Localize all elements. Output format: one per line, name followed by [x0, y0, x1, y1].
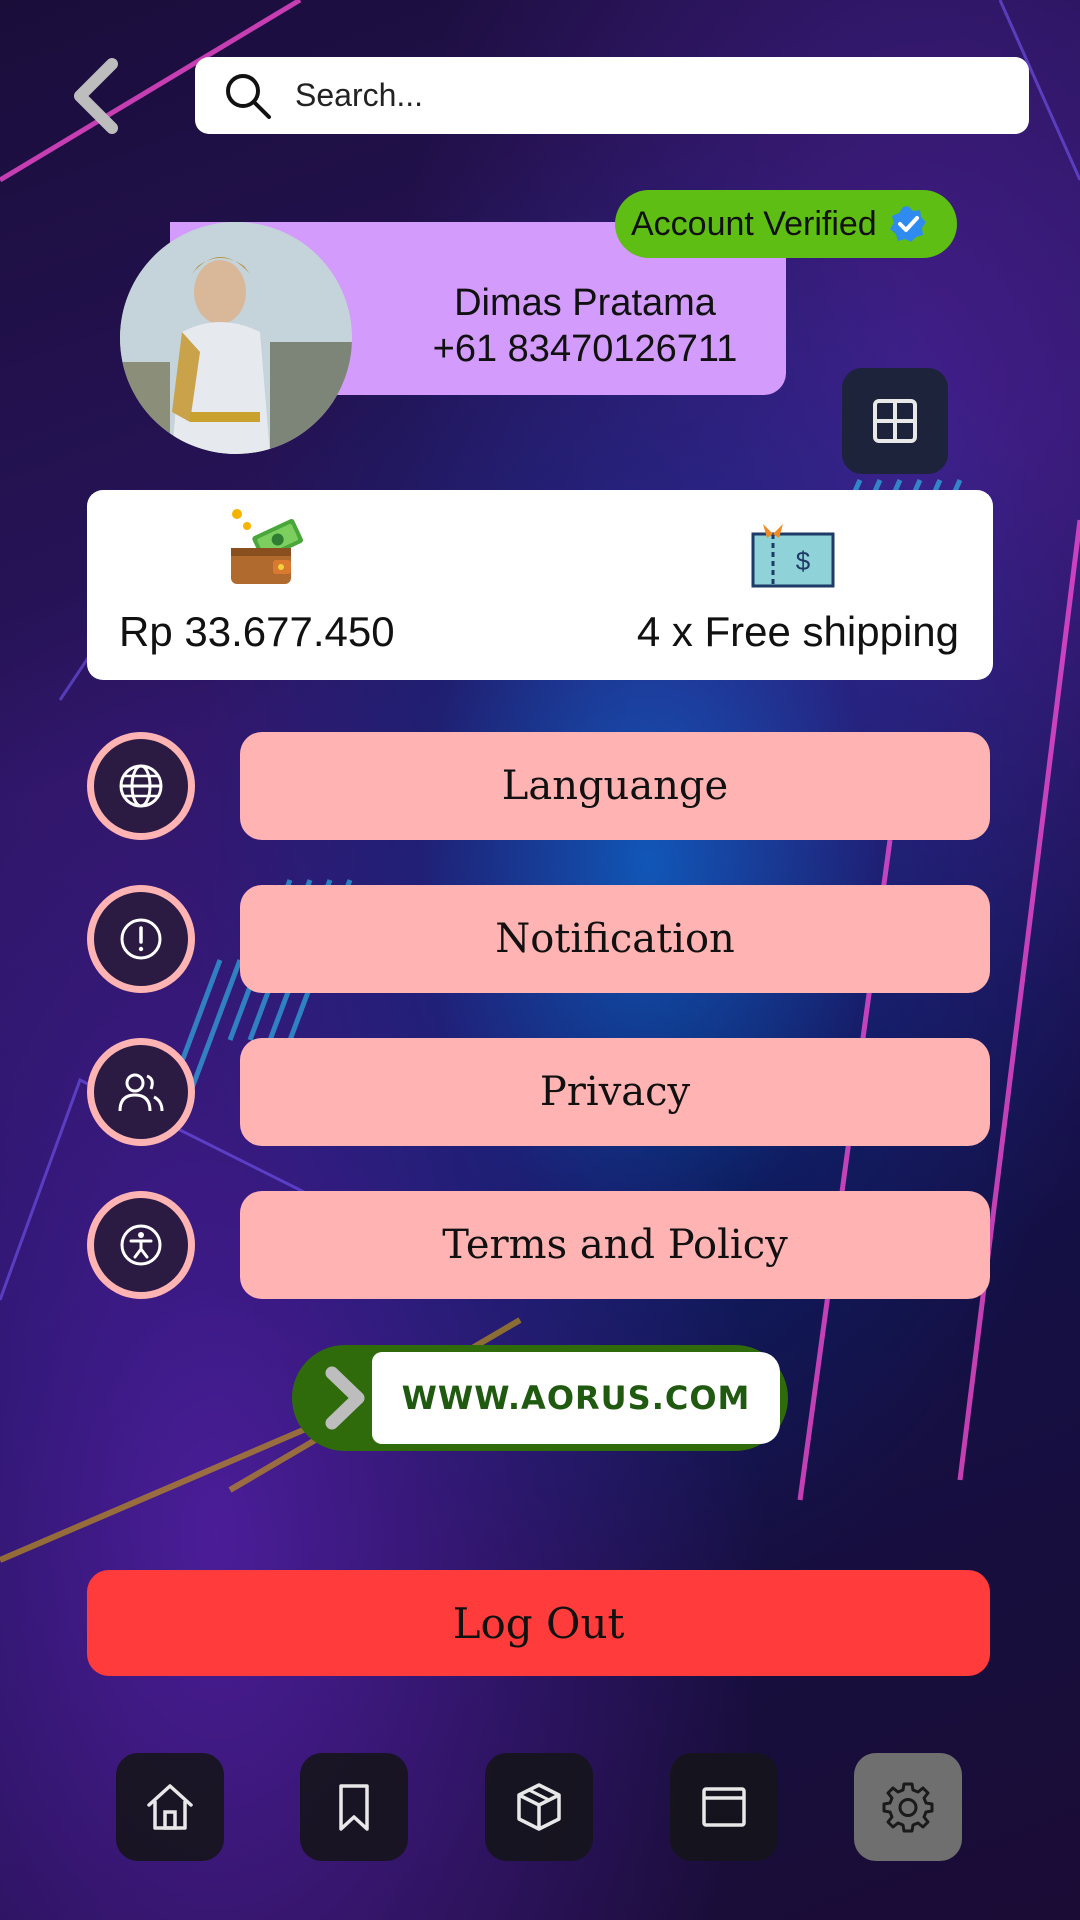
nav-box-button[interactable] [485, 1753, 593, 1861]
balance-amount: Rp 33.677.450 [119, 608, 395, 655]
language-button[interactable]: Languange [240, 732, 990, 840]
accessibility-icon [120, 1224, 162, 1266]
menu-icon-circle[interactable] [87, 885, 195, 993]
home-icon [147, 1784, 193, 1830]
profile-phone: +61 83470126711 [432, 328, 738, 370]
avatar[interactable] [120, 222, 352, 454]
nav-settings-button[interactable] [854, 1753, 962, 1861]
wallet-icon [231, 509, 304, 584]
layout-toggle-button[interactable] [842, 368, 948, 474]
settings-icon [882, 1782, 934, 1833]
terms-policy-button[interactable]: Terms and Policy [240, 1191, 990, 1299]
menu-icon-circle[interactable] [87, 732, 195, 840]
grid-icon [873, 399, 917, 443]
voucher-icon: $ [751, 524, 835, 588]
nav-window-button[interactable] [670, 1753, 778, 1861]
back-button[interactable] [66, 56, 126, 136]
avatar-image [120, 222, 352, 454]
logout-button[interactable]: Log Out [87, 1570, 990, 1676]
verified-check-icon [889, 206, 926, 242]
free-shipping-count: 4 x Free shipping [636, 608, 959, 655]
search-icon [226, 73, 271, 119]
menu-icon-circle[interactable] [87, 1038, 195, 1146]
menu-row-privacy: Privacy [87, 1038, 993, 1146]
verified-badge: Account Verified [615, 190, 957, 258]
svg-text:$: $ [796, 546, 811, 576]
users-icon [118, 1073, 164, 1112]
nav-bookmark-button[interactable] [300, 1753, 408, 1861]
globe-icon [119, 764, 163, 808]
search-input[interactable] [295, 77, 1029, 114]
nav-home-button[interactable] [116, 1753, 224, 1861]
menu-row-language: Languange [87, 732, 993, 840]
profile-name: Dimas Pratama [454, 282, 716, 324]
profile-info: Dimas Pratama +61 83470126711 [400, 280, 770, 372]
window-icon [702, 1787, 746, 1827]
menu-icon-circle[interactable] [87, 1191, 195, 1299]
box-icon [517, 1783, 561, 1831]
verified-label: Account Verified [631, 204, 877, 243]
menu-row-terms: Terms and Policy [87, 1191, 993, 1299]
notification-button[interactable]: Notification [240, 885, 990, 993]
bookmark-icon [339, 1784, 369, 1831]
alert-icon [120, 918, 162, 960]
chevron-left-icon [74, 58, 118, 134]
website-link[interactable]: WWW.AORUS.COM [292, 1345, 788, 1451]
balance-card: $ Rp 33.677.450 4 x Free shipping [87, 490, 993, 680]
menu-row-notification: Notification [87, 885, 993, 993]
search-bar[interactable] [195, 57, 1029, 134]
website-label: WWW.AORUS.COM [372, 1352, 780, 1444]
privacy-button[interactable]: Privacy [240, 1038, 990, 1146]
chevron-right-icon [325, 1366, 365, 1430]
